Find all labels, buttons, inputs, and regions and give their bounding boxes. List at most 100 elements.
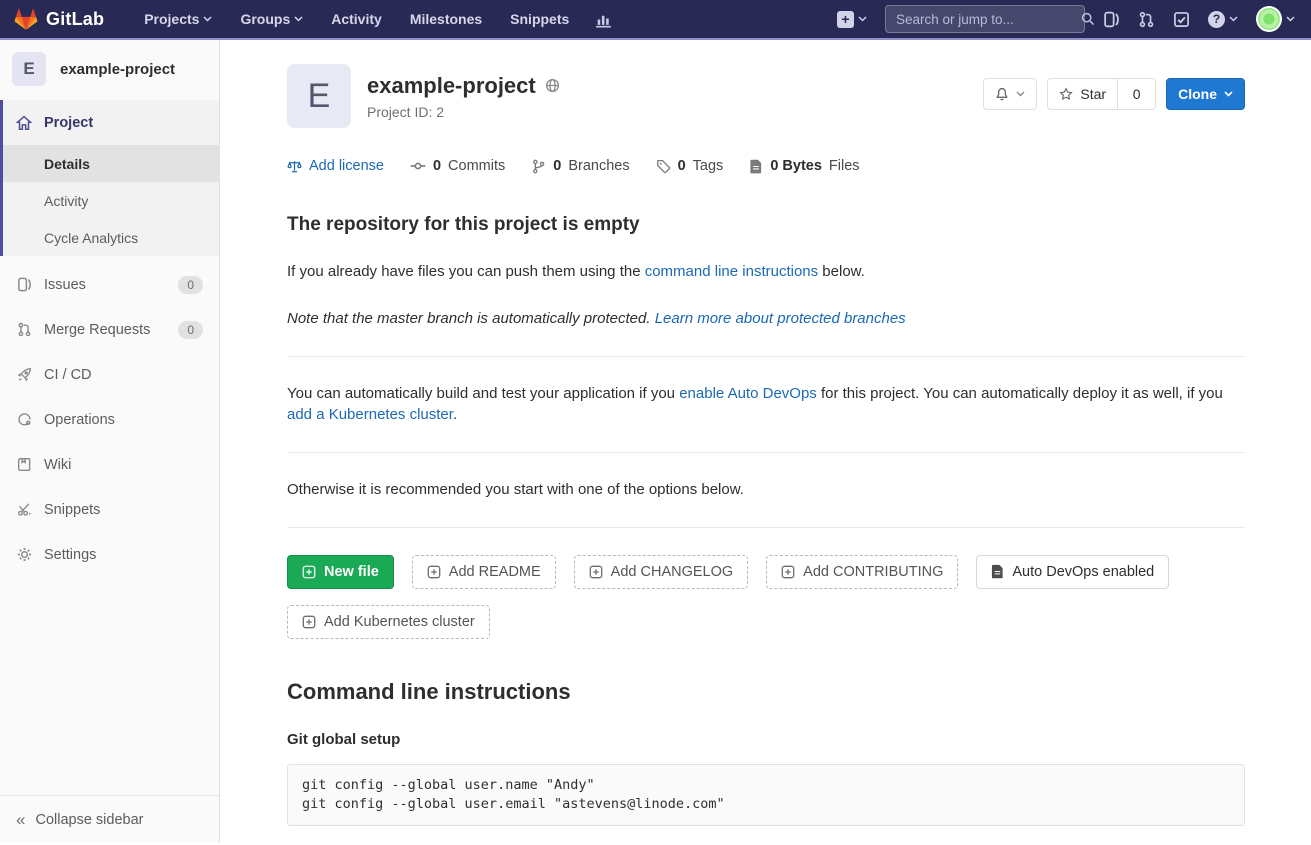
tag-icon <box>656 159 671 174</box>
command-line-instructions-link[interactable]: command line instructions <box>645 263 818 280</box>
chevron-down-icon <box>1016 91 1025 97</box>
add-contributing-button[interactable]: Add CONTRIBUTING <box>766 555 958 589</box>
nav-milestones[interactable]: Milestones <box>396 0 496 38</box>
tanuki-icon <box>14 7 38 31</box>
cli-heading: Command line instructions <box>287 679 1245 705</box>
sidebar-item-snippets[interactable]: Snippets <box>0 487 219 532</box>
branches-stat[interactable]: 0Branches <box>531 158 629 174</box>
nav-groups[interactable]: Groups <box>226 0 317 38</box>
main-content: E example-project Project ID: 2 <box>220 40 1311 843</box>
plus-square-icon <box>427 565 441 579</box>
notifications-button[interactable] <box>983 78 1037 110</box>
divider <box>287 452 1245 453</box>
help-menu-button[interactable]: ? <box>1208 11 1238 28</box>
nav-right-cluster: + ? <box>837 5 1295 33</box>
empty-repo-heading: The repository for this project is empty <box>287 214 1245 236</box>
chevron-down-icon <box>1229 16 1238 22</box>
new-menu-button[interactable]: + <box>837 11 867 28</box>
file-icon <box>991 564 1004 579</box>
sidebar-item-activity[interactable]: Activity <box>3 182 219 219</box>
todos-icon[interactable] <box>1173 11 1190 28</box>
plus-icon: + <box>837 11 854 28</box>
enable-auto-devops-link[interactable]: enable Auto DevOps <box>679 385 817 402</box>
auto-devops-enabled-button[interactable]: Auto DevOps enabled <box>976 555 1169 589</box>
project-sidebar: E example-project Project Details Activi… <box>0 40 220 843</box>
otherwise-text: Otherwise it is recommended you start wi… <box>287 479 1245 501</box>
collapse-icon: « <box>16 810 25 830</box>
gear-icon <box>16 547 32 562</box>
nav-activity[interactable]: Activity <box>317 0 396 38</box>
issues-icon[interactable] <box>1103 11 1120 28</box>
add-kubernetes-cluster-link[interactable]: add a Kubernetes cluster <box>287 406 453 423</box>
sidebar-item-details[interactable]: Details <box>3 145 219 182</box>
page-title: example-project <box>367 73 536 99</box>
push-instructions-text: If you already have files you can push t… <box>287 261 1245 283</box>
star-icon <box>1059 87 1073 101</box>
sidebar-item-project[interactable]: Project <box>3 100 219 145</box>
star-count[interactable]: 0 <box>1118 78 1156 110</box>
chevron-down-icon <box>858 16 867 22</box>
sidebar-item-settings[interactable]: Settings <box>0 532 219 577</box>
star-button[interactable]: Star <box>1047 78 1118 110</box>
branch-icon <box>531 159 546 174</box>
bell-icon <box>995 87 1009 101</box>
collapse-sidebar-button[interactable]: « Collapse sidebar <box>0 795 219 843</box>
help-icon: ? <box>1208 11 1225 28</box>
chevron-down-icon <box>294 16 303 22</box>
merge-requests-count-badge: 0 <box>178 321 203 339</box>
add-license-link[interactable]: Add license <box>287 158 384 174</box>
chevron-down-icon <box>1286 16 1295 22</box>
home-icon <box>16 115 32 131</box>
sidebar-item-issues[interactable]: Issues 0 <box>0 262 219 307</box>
global-search[interactable] <box>885 5 1085 33</box>
search-input[interactable] <box>896 12 1073 27</box>
brand-text: GitLab <box>46 9 104 30</box>
scale-icon <box>287 159 302 174</box>
user-avatar <box>1256 6 1282 32</box>
chart-icon[interactable] <box>583 11 624 28</box>
git-global-setup-code[interactable]: git config --global user.name "Andy" git… <box>287 764 1245 826</box>
chevron-down-icon <box>203 16 212 22</box>
sidebar-item-merge-requests[interactable]: Merge Requests 0 <box>0 307 219 352</box>
sidebar-item-ci-cd[interactable]: CI / CD <box>0 352 219 397</box>
sidebar-project-name: example-project <box>60 61 175 78</box>
merge-requests-icon[interactable] <box>1138 11 1155 28</box>
top-navbar: GitLab Projects Groups Activity Mileston… <box>0 0 1311 40</box>
add-changelog-button[interactable]: Add CHANGELOG <box>574 555 749 589</box>
tags-stat[interactable]: 0Tags <box>656 158 724 174</box>
nav-snippets[interactable]: Snippets <box>496 0 583 38</box>
project-id: Project ID: 2 <box>367 104 560 120</box>
nav-projects[interactable]: Projects <box>130 0 226 38</box>
issues-icon <box>16 277 32 292</box>
plus-square-icon <box>589 565 603 579</box>
divider <box>287 356 1245 357</box>
sidebar-item-wiki[interactable]: Wiki <box>0 442 219 487</box>
chevron-down-icon <box>1224 91 1233 97</box>
user-menu-button[interactable] <box>1256 6 1295 32</box>
gitlab-logo[interactable]: GitLab <box>14 7 104 31</box>
book-icon <box>16 457 32 472</box>
project-avatar-large: E <box>287 64 351 128</box>
file-icon <box>749 159 763 174</box>
sidebar-item-cycle-analytics[interactable]: Cycle Analytics <box>3 219 219 256</box>
sidebar-project-context[interactable]: E example-project <box>0 40 219 100</box>
clone-button[interactable]: Clone <box>1166 78 1245 110</box>
sidebar-section-project: Project Details Activity Cycle Analytics <box>0 100 219 256</box>
git-global-setup-heading: Git global setup <box>287 731 1245 748</box>
files-stat[interactable]: 0 BytesFiles <box>749 158 859 174</box>
scissors-icon <box>16 502 32 517</box>
search-icon <box>1081 12 1095 26</box>
sidebar-item-operations[interactable]: Operations <box>0 397 219 442</box>
operations-icon <box>16 412 32 427</box>
issues-count-badge: 0 <box>178 276 203 294</box>
commits-stat[interactable]: 0Commits <box>410 158 505 174</box>
plus-square-icon <box>302 565 316 579</box>
project-stats-bar: Add license 0Commits 0Branches 0Tags <box>287 158 1245 174</box>
plus-square-icon <box>302 615 316 629</box>
new-file-button[interactable]: New file <box>287 555 394 589</box>
rocket-icon <box>16 367 32 382</box>
add-readme-button[interactable]: Add README <box>412 555 556 589</box>
add-kubernetes-cluster-button[interactable]: Add Kubernetes cluster <box>287 605 490 639</box>
protected-branches-link[interactable]: Learn more about protected branches <box>655 310 906 327</box>
project-avatar-small: E <box>12 52 46 86</box>
